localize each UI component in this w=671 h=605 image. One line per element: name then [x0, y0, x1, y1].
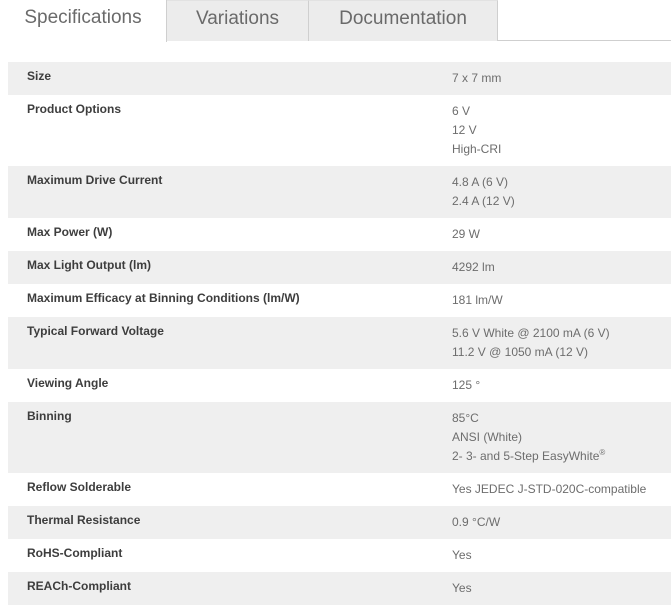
spec-value-line: 12 V: [452, 121, 671, 140]
spec-label: Reflow Solderable: [27, 480, 132, 494]
spec-value: 4292 lm: [448, 251, 671, 284]
spec-value: 6 V 12 V High-CRI: [448, 95, 671, 166]
spec-value-text: 6 V: [452, 104, 471, 118]
spec-row: REACh-Compliant Yes: [8, 572, 671, 605]
spec-value-text: High-CRI: [452, 142, 502, 156]
spec-value: 7 x 7 mm: [448, 62, 671, 95]
spec-value-text: 0.9 °C/W: [452, 515, 501, 529]
spec-value-line: 2- 3- and 5-Step EasyWhite®: [452, 447, 671, 466]
spec-value-line: 5.6 V White @ 2100 mA (6 V): [452, 324, 671, 343]
spec-row: Product Options 6 V 12 V High-CRI: [8, 95, 671, 166]
spec-value-text: 2- 3- and 5-Step EasyWhite: [452, 449, 600, 463]
spec-value-line: 29 W: [452, 225, 671, 244]
spec-value-line: High-CRI: [452, 140, 671, 159]
spec-value: 125 °: [448, 369, 671, 402]
spec-value-line: 6 V: [452, 102, 671, 121]
spec-row: Max Power (W) 29 W: [8, 218, 671, 251]
spec-value-line: ANSI (White): [452, 428, 671, 447]
spec-value-text: 7 x 7 mm: [452, 71, 502, 85]
spec-value-text: Yes: [452, 548, 472, 562]
spec-value: Yes: [448, 539, 671, 572]
spec-label: Thermal Resistance: [27, 513, 141, 527]
spec-value: 85°C ANSI (White) 2- 3- and 5-Step EasyWhi…: [448, 402, 671, 473]
spec-value-text: 12 V: [452, 123, 477, 137]
tab-variations[interactable]: Variations: [167, 0, 309, 41]
spec-value-text: 5.6 V White @ 2100 mA (6 V): [452, 326, 610, 340]
spec-row: RoHS-Compliant Yes: [8, 539, 671, 572]
spec-label: Typical Forward Voltage: [27, 324, 164, 338]
spec-value-line: 7 x 7 mm: [452, 69, 671, 88]
spec-value-line: 0.9 °C/W: [452, 513, 671, 532]
spec-row: Typical Forward Voltage 5.6 V White @ 210…: [8, 317, 671, 369]
spec-value-text: 2.4 A (12 V): [452, 194, 515, 208]
spec-row: Binning 85°C ANSI (White) 2- 3- and 5-Step …: [8, 402, 671, 473]
spec-value: 29 W: [448, 218, 671, 251]
spec-row: Reflow Solderable Yes JEDEC J-STD-020C-co…: [8, 473, 671, 506]
spec-value-text: Yes: [452, 581, 472, 595]
spec-label: Size: [27, 69, 52, 83]
tab-bar: Specifications Variations Documentation: [0, 0, 671, 42]
spec-value: Yes JEDEC J-STD-020C-compatible: [448, 473, 671, 506]
spec-value: 0.9 °C/W: [448, 506, 671, 539]
spec-label: Maximum Efficacy at Binning Conditions (…: [27, 291, 300, 305]
spec-value: 181 lm/W: [448, 284, 671, 317]
spec-value-line: 2.4 A (12 V): [452, 192, 671, 211]
spec-label: Max Power (W): [27, 225, 113, 239]
tab-specifications[interactable]: Specifications: [0, 0, 167, 42]
spec-label: REACh-Compliant: [27, 579, 131, 593]
spec-value: 4.8 A (6 V) 2.4 A (12 V): [448, 166, 671, 218]
spec-row: Size 7 x 7 mm: [8, 62, 671, 95]
spec-value-text: 4292 lm: [452, 260, 495, 274]
spec-value-text: 85°C: [452, 411, 479, 425]
spec-value-line: Yes JEDEC J-STD-020C-compatible: [452, 480, 671, 499]
spec-value-text: 11.2 V @ 1050 mA (12 V): [452, 345, 589, 359]
spec-value-text: 181 lm/W: [452, 293, 503, 307]
specifications-table: Size 7 x 7 mm Product Options 6 V 12 V High-C…: [8, 62, 671, 605]
spec-value-text: 125 °: [452, 378, 481, 392]
spec-label: Binning: [27, 409, 72, 423]
spec-value-line: Yes: [452, 579, 671, 598]
spec-row: Maximum Drive Current 4.8 A (6 V) 2.4 A (1…: [8, 166, 671, 218]
spec-label: RoHS-Compliant: [27, 546, 123, 560]
spec-value: Yes: [448, 572, 671, 605]
spec-value-line: 11.2 V @ 1050 mA (12 V): [452, 343, 671, 362]
spec-value-line: 181 lm/W: [452, 291, 671, 310]
spec-value-line: 4.8 A (6 V): [452, 173, 671, 192]
spec-value-text: 29 W: [452, 227, 481, 241]
spec-value-text: ANSI (White): [452, 430, 523, 444]
spec-label: Product Options: [27, 102, 121, 116]
tab-documentation[interactable]: Documentation: [309, 0, 498, 41]
spec-value-line: Yes: [452, 546, 671, 565]
spec-value-line: 4292 lm: [452, 258, 671, 277]
registered-mark: ®: [599, 448, 606, 457]
spec-value: 5.6 V White @ 2100 mA (6 V) 11.2 V @ 1050…: [448, 317, 671, 369]
spec-row: Viewing Angle 125 °: [8, 369, 671, 402]
spec-label: Max Light Output (lm): [27, 258, 151, 272]
spec-label: Maximum Drive Current: [27, 173, 163, 187]
spec-row: Thermal Resistance 0.9 °C/W: [8, 506, 671, 539]
spec-value-line: 125 °: [452, 376, 671, 395]
spec-value-text: 4.8 A (6 V): [452, 175, 509, 189]
spec-row: Maximum Efficacy at Binning Conditions (…: [8, 284, 671, 317]
spec-row: Max Light Output (lm) 4292 lm: [8, 251, 671, 284]
spec-label: Viewing Angle: [27, 376, 109, 390]
spec-value-line: 85°C: [452, 409, 671, 428]
spec-value-text: Yes JEDEC J-STD-020C-compatible: [452, 482, 647, 496]
